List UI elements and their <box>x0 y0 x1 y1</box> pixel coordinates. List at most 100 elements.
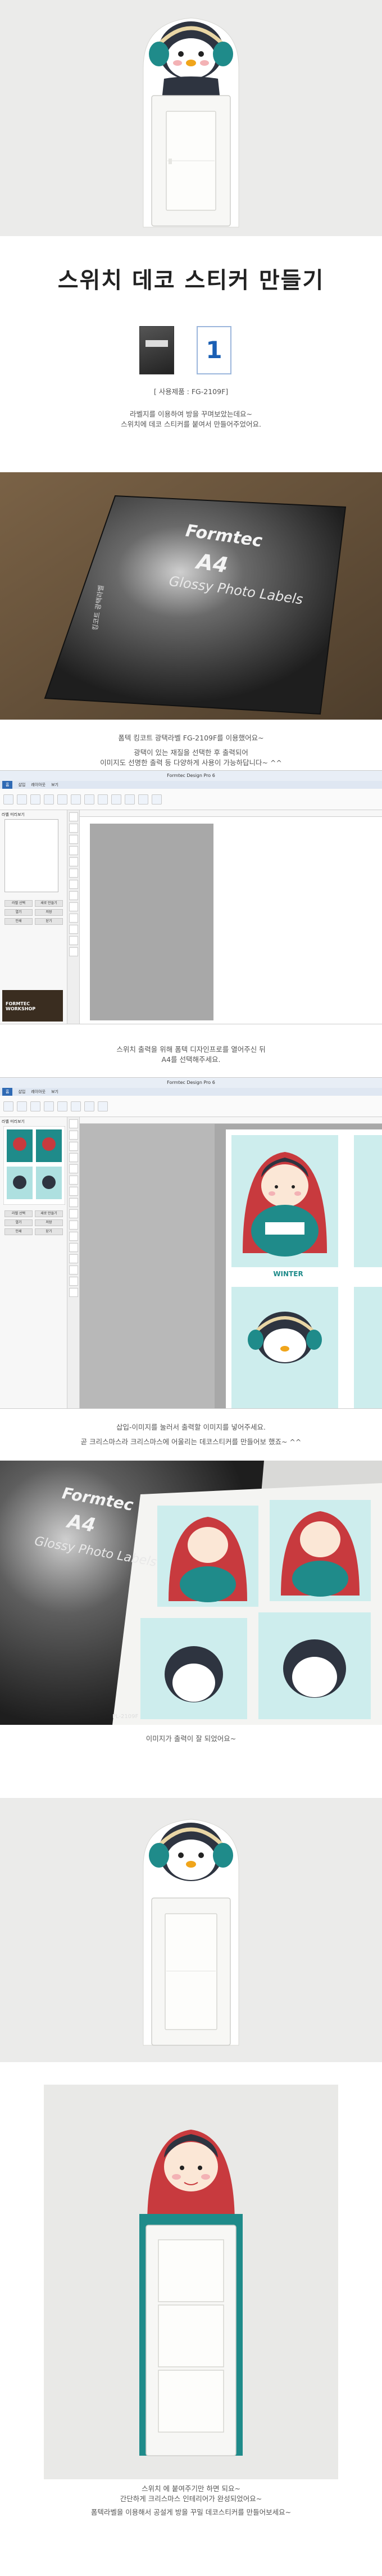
tool-button[interactable] <box>69 812 78 821</box>
left-panel-button[interactable]: 인쇄 <box>4 918 33 925</box>
tool-button[interactable] <box>69 1243 78 1252</box>
tool-button[interactable] <box>69 1254 78 1263</box>
ribbon-button[interactable] <box>138 794 148 805</box>
paper-pack-illustration <box>0 472 382 720</box>
tool-button[interactable] <box>69 1131 78 1140</box>
tool-button[interactable] <box>69 1176 78 1185</box>
tool-button[interactable] <box>69 914 78 923</box>
ribbon-button[interactable] <box>3 794 13 805</box>
tab-view[interactable]: 보기 <box>51 1088 58 1096</box>
promo-text: FORMTEC WORKSHOP <box>6 1001 36 1011</box>
ribbon-button[interactable] <box>3 1101 13 1111</box>
tool-button[interactable] <box>69 1266 78 1275</box>
ribbon-button[interactable] <box>17 1101 27 1111</box>
tab-home[interactable]: 홈 <box>2 781 13 789</box>
tab-view[interactable]: 보기 <box>51 781 58 789</box>
printed-sheet-illustration <box>0 1461 382 1725</box>
sticker-canvas[interactable] <box>80 1124 382 1409</box>
ribbon-button[interactable] <box>84 1101 94 1111</box>
tool-button[interactable] <box>69 846 78 855</box>
photo-penguin-switch-2 <box>0 1798 382 2062</box>
product-block: 1 [ 사용제품 : FG-2109F] <box>0 320 382 405</box>
caption-line: 스위치에 데코 스티커를 붙여서 만들어주었어요. <box>121 420 261 428</box>
tool-button[interactable] <box>69 902 78 911</box>
app-ribbon <box>0 1096 382 1117</box>
tool-button[interactable] <box>69 947 78 956</box>
left-panel-button[interactable]: 저장 <box>35 1219 63 1226</box>
left-panel-button[interactable]: 닫기 <box>35 1228 63 1235</box>
caption-line: A4를 선택해주세요. <box>161 1055 221 1064</box>
caption-line: 스위치 에 붙여주기만 하면 되요~ <box>142 2484 240 2493</box>
tool-button[interactable] <box>69 925 78 934</box>
ribbon-button[interactable] <box>30 794 40 805</box>
app-titlebar: Formtec Design Pro 6 <box>0 771 382 781</box>
tool-button[interactable] <box>69 880 78 889</box>
ruler <box>80 810 382 817</box>
ribbon-button[interactable] <box>152 794 162 805</box>
left-panel-button[interactable]: 열기 <box>4 909 33 916</box>
tool-button[interactable] <box>69 1119 78 1128</box>
left-panel-button[interactable]: 새로 만들기 <box>35 900 63 907</box>
tab-insert[interactable]: 삽입 <box>18 781 25 789</box>
left-panel-button[interactable]: 라벨 선택 <box>4 900 33 907</box>
ribbon-button[interactable] <box>71 794 81 805</box>
doll-switch-illustration <box>44 2085 338 2479</box>
left-panel: 라벨 미리보기 라벨 선택 새로 만들기 열기 저장 인쇄 닫기 <box>0 1117 67 1408</box>
tab-insert[interactable]: 삽입 <box>18 1088 25 1096</box>
tab-layout[interactable]: 레이아웃 <box>31 1088 46 1096</box>
product-pack-thumbnail <box>139 326 174 374</box>
app-window: Formtec Design Pro 6 홈 삽입 레이아웃 보기 라벨 미리보… <box>0 1077 382 1409</box>
app-tabs: 홈 삽입 레이아웃 보기 <box>0 781 382 789</box>
left-panel-title: 라벨 미리보기 <box>2 812 25 817</box>
ribbon-button[interactable] <box>84 794 94 805</box>
caption-line: 폼텍 킹코트 광택라벨 FG-2109F를 이용했어요~ <box>118 734 264 742</box>
caption-line: 라벨지를 이용하여 방을 꾸며보았는데요~ <box>130 410 252 418</box>
left-panel-button[interactable]: 닫기 <box>35 918 63 925</box>
ribbon-button[interactable] <box>57 794 67 805</box>
tool-button[interactable] <box>69 869 78 878</box>
tool-button[interactable] <box>69 1232 78 1241</box>
ribbon-button[interactable] <box>44 1101 54 1111</box>
tool-button[interactable] <box>69 1153 78 1162</box>
ribbon-button[interactable] <box>30 1101 40 1111</box>
tool-button[interactable] <box>69 835 78 844</box>
tool-button[interactable] <box>69 1164 78 1173</box>
left-panel-button[interactable]: 저장 <box>35 909 63 916</box>
photo-doll-switch <box>44 2085 338 2479</box>
tool-button[interactable] <box>69 1142 78 1151</box>
ribbon-button[interactable] <box>71 1101 81 1111</box>
caption-intro: 라벨지를 이용하여 방을 꾸며보았는데요~ 스위치에 데코 스티커를 붙여서 만… <box>0 405 382 472</box>
ribbon-button[interactable] <box>57 1101 67 1111</box>
tab-home[interactable]: 홈 <box>2 1088 13 1096</box>
tool-button[interactable] <box>69 1209 78 1218</box>
tool-button[interactable] <box>69 891 78 900</box>
tab-layout[interactable]: 레이아웃 <box>31 781 46 789</box>
left-panel-button[interactable]: 인쇄 <box>4 1228 33 1235</box>
left-panel-button[interactable]: 라벨 선택 <box>4 1210 33 1217</box>
left-panel-button[interactable]: 새로 만들기 <box>35 1210 63 1217</box>
ribbon-button[interactable] <box>98 1101 108 1111</box>
ribbon-button[interactable] <box>17 794 27 805</box>
tool-button[interactable] <box>69 1277 78 1286</box>
tool-button[interactable] <box>69 1187 78 1196</box>
title-block: 스위치 데코 스티커 만들기 <box>0 236 382 320</box>
tool-column <box>67 1117 80 1408</box>
tool-button[interactable] <box>69 1221 78 1230</box>
tool-button[interactable] <box>69 1198 78 1207</box>
penguin-switch-illustration <box>0 0 382 236</box>
tool-button[interactable] <box>69 936 78 945</box>
ribbon-button[interactable] <box>125 794 135 805</box>
product-number: 1 <box>206 336 222 364</box>
app-ribbon <box>0 789 382 810</box>
left-panel: 라벨 미리보기 라벨 선택 새로 만들기 열기 저장 인쇄 닫기 FORMTEC… <box>0 810 67 1024</box>
tool-button[interactable] <box>69 1288 78 1297</box>
tool-button[interactable] <box>69 857 78 866</box>
screenshot-design-stickers: Formtec Design Pro 6 홈 삽입 레이아웃 보기 라벨 미리보… <box>0 1077 382 1409</box>
ribbon-button[interactable] <box>44 794 54 805</box>
a4-canvas[interactable] <box>90 824 213 1020</box>
tool-button[interactable] <box>69 824 78 833</box>
left-panel-button[interactable]: 열기 <box>4 1219 33 1226</box>
ribbon-button[interactable] <box>98 794 108 805</box>
ribbon-button[interactable] <box>111 794 121 805</box>
